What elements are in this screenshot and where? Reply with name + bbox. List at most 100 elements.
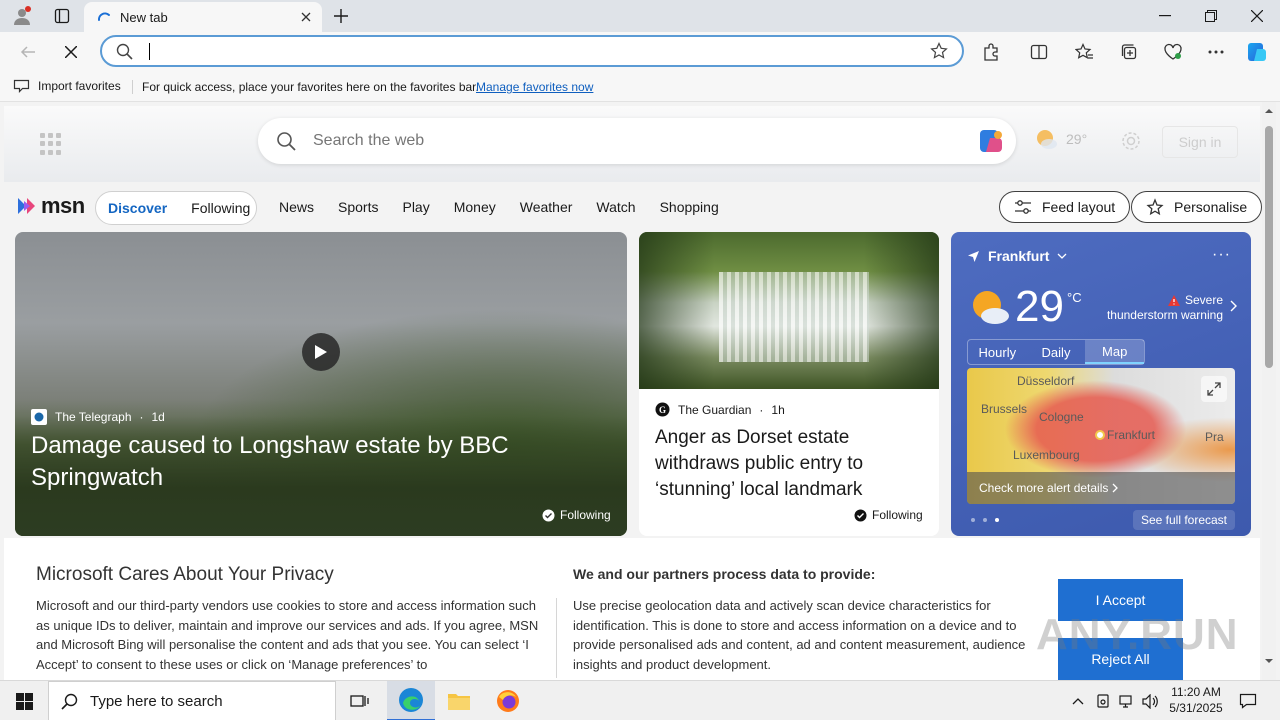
nav-shopping[interactable]: Shopping (660, 199, 719, 215)
weather-tab-map[interactable]: Map (1085, 340, 1145, 364)
check-circle-icon (854, 509, 867, 521)
tab-actions-icon (54, 8, 70, 24)
dot-separator: · (759, 402, 764, 417)
weather-tab-hourly[interactable]: Hourly (968, 340, 1027, 364)
chevron-right-icon[interactable] (1230, 300, 1237, 312)
card2-headline[interactable]: Anger as Dorset estate withdraws public … (655, 425, 925, 503)
settings-and-more-button[interactable] (1204, 40, 1228, 64)
expand-map-button[interactable] (1201, 376, 1227, 402)
start-button[interactable] (0, 681, 48, 720)
expand-icon (1207, 382, 1221, 396)
nav-play[interactable]: Play (402, 199, 429, 215)
restore-button[interactable] (1188, 0, 1234, 32)
copilot-button[interactable] (1245, 40, 1269, 64)
volume-button[interactable] (1140, 691, 1160, 711)
nav-news[interactable]: News (279, 199, 314, 215)
header-band: Search the web 29° Sign in (4, 106, 1260, 182)
weather-map[interactable]: Düsseldorf Brussels Cologne Frankfurt Lu… (967, 368, 1235, 504)
import-favorites-button[interactable]: Import favorites (13, 78, 121, 93)
taskbar-search-box[interactable]: Type here to search (48, 681, 336, 720)
weather-alert[interactable]: Severe thunderstorm warning (1099, 293, 1223, 323)
extensions-button[interactable] (979, 40, 1003, 64)
gear-icon[interactable] (1120, 130, 1142, 152)
browser-essentials-button[interactable] (1161, 40, 1185, 64)
tray-device-icon[interactable] (1093, 691, 1113, 711)
network-button[interactable] (1116, 691, 1136, 711)
new-tab-button[interactable] (330, 5, 352, 27)
weather-card[interactable]: Frankfurt ··· 29 °C Severe thunderstorm … (951, 232, 1251, 536)
play-video-button[interactable] (302, 333, 340, 371)
address-bar[interactable] (100, 35, 964, 67)
network-icon (1118, 694, 1132, 708)
see-full-forecast-button[interactable]: See full forecast (1132, 510, 1235, 530)
msn-wordmark: msn (41, 193, 85, 218)
favorite-star-icon[interactable] (930, 42, 948, 60)
split-screen-button[interactable] (1027, 40, 1051, 64)
hero-source-name: The Telegraph (55, 410, 132, 424)
alert-details-label: Check more alert details (979, 481, 1109, 495)
web-search-placeholder: Search the web (313, 132, 425, 149)
taskbar-edge[interactable] (387, 681, 435, 720)
web-search-box[interactable]: Search the web (258, 118, 1016, 164)
news-card-guardian[interactable]: G The Guardian · 1h Anger as Dorset esta… (639, 232, 939, 536)
dot-separator: · (139, 410, 144, 424)
action-center-button[interactable] (1236, 689, 1260, 713)
nav-sports[interactable]: Sports (338, 199, 378, 215)
favorites-hint: For quick access, place your favorites h… (142, 80, 479, 94)
weather-location-name: Frankfurt (988, 248, 1050, 264)
scroll-down-arrow-icon[interactable] (1264, 658, 1274, 664)
favorites-button[interactable] (1072, 40, 1096, 64)
puzzle-icon (984, 43, 998, 61)
manage-favorites-link[interactable]: Manage favorites now (476, 80, 593, 94)
check-circle-icon (542, 509, 555, 521)
profile-button[interactable] (8, 4, 36, 28)
scroll-up-arrow-icon[interactable] (1264, 108, 1274, 114)
tab-title: New tab (120, 10, 168, 25)
back-button[interactable] (14, 38, 42, 66)
alert-details-link[interactable]: Check more alert details (967, 472, 1235, 504)
feed-layout-button[interactable]: Feed layout (999, 191, 1131, 223)
hero-headline[interactable]: Damage caused to Longshaw estate by BBC … (31, 430, 591, 494)
minimize-button[interactable] (1142, 0, 1188, 32)
task-view-button[interactable] (336, 681, 384, 720)
search-icon (61, 693, 78, 710)
nav-money[interactable]: Money (454, 199, 496, 215)
weather-tab-daily[interactable]: Daily (1027, 340, 1086, 364)
taskbar-file-explorer[interactable] (435, 681, 483, 720)
tab-following[interactable]: Following (179, 200, 262, 216)
feed-switch: Discover Following (95, 191, 257, 225)
taskbar-clock[interactable]: 11:20 AM 5/31/2025 (1160, 684, 1232, 716)
header-weather[interactable]: 29° (1034, 128, 1087, 150)
tab-new-tab[interactable]: New tab (84, 2, 322, 32)
waterfall-image (639, 232, 939, 389)
hero-following-badge: Following (542, 508, 611, 522)
profile-icon (14, 6, 31, 25)
page-scrollbar[interactable] (1262, 102, 1276, 680)
nav-weather[interactable]: Weather (520, 199, 573, 215)
personalise-button[interactable]: Personalise (1131, 191, 1263, 223)
close-tab-icon[interactable] (298, 9, 314, 25)
favorites-star-icon (1075, 43, 1093, 59)
collections-button[interactable] (1117, 40, 1141, 64)
sign-in-button[interactable]: Sign in (1162, 126, 1238, 158)
close-window-button[interactable] (1234, 0, 1280, 32)
msn-nav-row: msn Discover Following News Sports Play … (0, 186, 1263, 230)
scrollbar-thumb[interactable] (1265, 126, 1273, 368)
windows-taskbar: Type here to search 11:20 AM 5/31/2025 (0, 680, 1280, 720)
stop-loading-button[interactable] (57, 38, 85, 66)
privacy-divider (556, 598, 557, 678)
show-hidden-icons-button[interactable] (1068, 691, 1088, 711)
weather-more-icon[interactable]: ··· (1212, 246, 1231, 264)
map-city-label: Brussels (981, 402, 1028, 416)
msn-butterfly-icon (18, 198, 35, 214)
search-icon (277, 132, 296, 151)
copilot-search-icon[interactable] (976, 126, 1006, 156)
nav-watch[interactable]: Watch (596, 199, 635, 215)
weather-location[interactable]: Frankfurt (967, 248, 1067, 264)
taskbar-firefox[interactable] (484, 681, 532, 720)
msn-logo[interactable]: msn (16, 193, 85, 219)
apps-launcher-icon[interactable] (40, 133, 62, 155)
hero-news-card[interactable]: The Telegraph · 1d Damage caused to Long… (15, 232, 627, 536)
tab-actions-button[interactable] (48, 4, 76, 28)
tab-discover[interactable]: Discover (96, 200, 179, 216)
